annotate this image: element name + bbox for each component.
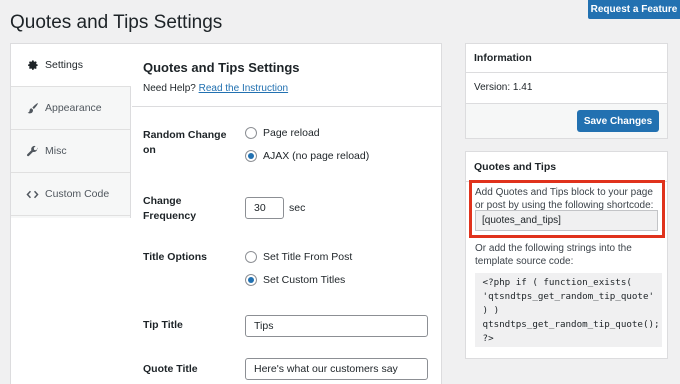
version-value: 1.41 [512, 82, 533, 93]
radio-label: Set Custom Titles [263, 274, 346, 286]
information-box: Information Version: 1.41 Save Changes [465, 43, 668, 139]
request-feature-button[interactable]: Request a Feature [588, 0, 680, 19]
help-line: Need Help? Read the Instruction [143, 83, 288, 94]
sidebar-item-misc[interactable]: Misc [11, 130, 130, 173]
frequency-input[interactable]: 30 [245, 197, 284, 219]
page-title: Quotes and Tips Settings [10, 12, 223, 33]
quotes-tips-heading: Quotes and Tips [466, 152, 667, 182]
sidebar-item-appearance[interactable]: Appearance [11, 87, 130, 130]
radio-circle [245, 150, 257, 162]
sidebar-item-label: Settings [45, 59, 83, 71]
information-heading: Information [466, 44, 667, 73]
radio-circle [245, 274, 257, 286]
settings-content: Quotes and Tips Settings Need Help? Read… [132, 44, 441, 384]
shortcode-field[interactable]: [quotes_and_tips] [475, 210, 658, 231]
tip-title-label: Tip Title [143, 319, 183, 331]
sidebar-item-label: Misc [45, 145, 67, 157]
radio-ajax[interactable]: AJAX (no page reload) [245, 150, 369, 162]
radio-title-from-post[interactable]: Set Title From Post [245, 251, 352, 263]
quote-title-label: Quote Title [143, 363, 198, 375]
instruction-link[interactable]: Read the Instruction [199, 83, 289, 94]
php-code-snippet[interactable]: <?php if ( function_exists( 'qtsndtps_ge… [475, 273, 662, 347]
radio-label: Set Title From Post [263, 251, 353, 263]
sidebar-item-label: Custom Code [45, 188, 110, 200]
sidebar-item-label: Appearance [45, 102, 102, 114]
version-line: Version: 1.41 [474, 82, 532, 93]
settings-panel: Settings Appearance Misc Custom Code Quo… [10, 43, 442, 384]
version-label: Version: [474, 82, 511, 93]
brush-icon [25, 101, 39, 115]
change-frequency-label: Change Frequency [143, 195, 197, 222]
radio-circle [245, 251, 257, 263]
sidebar-item-custom-code[interactable]: Custom Code [11, 173, 130, 216]
radio-label: AJAX (no page reload) [263, 150, 370, 162]
divider [132, 106, 441, 107]
tip-title-input[interactable]: Tips [245, 315, 428, 337]
quotes-tips-box: Quotes and Tips Add Quotes and Tips bloc… [465, 151, 668, 359]
wrench-icon [25, 144, 39, 158]
section-title: Quotes and Tips Settings [143, 60, 300, 75]
frequency-unit: sec [289, 202, 306, 214]
code-icon [25, 187, 39, 201]
template-description: Or add the following strings into the te… [475, 243, 632, 267]
radio-label: Page reload [263, 127, 320, 139]
gear-icon [25, 58, 39, 72]
save-changes-button[interactable]: Save Changes [577, 110, 659, 132]
help-prefix: Need Help? [143, 83, 196, 94]
radio-page-reload[interactable]: Page reload [245, 127, 320, 139]
sidebar-item-settings[interactable]: Settings [11, 44, 131, 87]
random-change-label: Random Change on [143, 129, 227, 156]
information-footer: Save Changes [466, 103, 667, 138]
radio-custom-titles[interactable]: Set Custom Titles [245, 274, 345, 286]
title-options-label: Title Options [143, 251, 207, 263]
quote-title-input[interactable]: Here's what our customers say [245, 358, 428, 380]
shortcode-description: Add Quotes and Tips block to your page o… [475, 187, 654, 211]
settings-sidebar: Settings Appearance Misc Custom Code [11, 44, 131, 218]
radio-circle [245, 127, 257, 139]
